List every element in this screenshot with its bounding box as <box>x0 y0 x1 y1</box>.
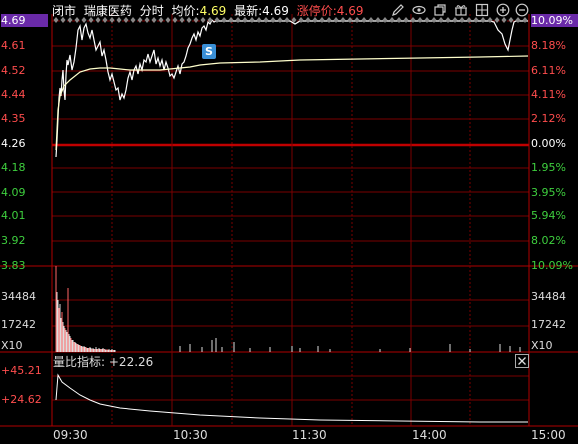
trade-marker[interactable]: S <box>202 44 216 59</box>
limit-marker <box>515 17 521 23</box>
volume-axis-label-mid: 17242 <box>1 318 36 331</box>
percent-axis-label: 3.95% <box>531 186 566 199</box>
price-axis-label: 4.35 <box>1 112 26 125</box>
zoom-in-icon[interactable] <box>496 3 510 17</box>
volume-axis-right-high: 34484 <box>531 290 566 303</box>
price-axis-label: 4.09 <box>1 186 26 199</box>
price-axis-label: 4.26 <box>1 137 26 150</box>
price-axis-label: 4.69 <box>1 14 48 27</box>
volume-axis-label-high: 34484 <box>1 290 36 303</box>
limit-marker <box>424 17 430 23</box>
limit-up-label: 涨停价: <box>296 4 337 18</box>
time-label-1130: 11:30 <box>292 428 327 442</box>
indicator-value: +22.26 <box>108 355 154 369</box>
limit-marker <box>389 17 395 23</box>
indicator-axis-mid: +24.62 <box>1 393 42 406</box>
volume-axis-right-mid: 17242 <box>531 318 566 331</box>
intraday-chart <box>0 14 578 427</box>
limit-marker <box>452 17 458 23</box>
pencil-icon[interactable] <box>391 3 405 17</box>
limit-marker <box>396 17 402 23</box>
limit-marker <box>445 17 451 23</box>
latest-price-value: 4.69 <box>262 4 289 18</box>
chart-header: 闭市 瑞康医药 分时 均价:4.69 最新:4.69 涨停价:4.69 <box>52 4 367 18</box>
grid-icon[interactable] <box>475 3 489 17</box>
limit-marker <box>522 17 528 23</box>
limit-marker <box>403 17 409 23</box>
price-axis-label: 4.44 <box>1 88 26 101</box>
eye-icon[interactable] <box>412 3 426 17</box>
price-axis-label: 4.18 <box>1 161 26 174</box>
limit-marker <box>494 17 500 23</box>
percent-axis-label: 1.95% <box>531 161 566 174</box>
limit-marker <box>417 17 423 23</box>
percent-axis-label: 8.18% <box>531 39 566 52</box>
limit-marker <box>473 17 479 23</box>
limit-marker <box>459 17 465 23</box>
limit-marker <box>438 17 444 23</box>
percent-axis-label: 8.02% <box>531 234 566 247</box>
avg-price-label: 均价: <box>171 4 200 18</box>
time-label-1400: 14:00 <box>412 428 447 442</box>
latest-price-label: 最新: <box>234 4 263 18</box>
close-icon[interactable] <box>515 354 529 368</box>
price-axis-label: 4.01 <box>1 209 26 222</box>
zoom-out-icon[interactable] <box>515 3 529 17</box>
market-status: 闭市 <box>52 4 77 18</box>
indicator-axis-high: +45.21 <box>1 364 42 377</box>
price-axis-label: 3.92 <box>1 234 26 247</box>
limit-marker <box>466 17 472 23</box>
stock-name[interactable]: 瑞康医药 <box>84 4 132 18</box>
limit-marker <box>382 17 388 23</box>
percent-axis-label: 0.00% <box>531 137 566 150</box>
price-axis-label: 4.52 <box>1 64 26 77</box>
percent-axis-label: 10.09% <box>531 259 573 272</box>
limit-marker <box>487 17 493 23</box>
volume-unit-label-right: X10 <box>531 339 553 352</box>
limit-marker <box>368 17 374 23</box>
indicator-title[interactable]: 量比指标: +22.26 <box>53 353 153 370</box>
percent-axis-label: 2.12% <box>531 112 566 125</box>
limit-marker <box>501 17 507 23</box>
limit-marker <box>480 17 486 23</box>
volume-unit-label: X10 <box>1 339 23 352</box>
limit-marker <box>431 17 437 23</box>
price-axis-label: 4.61 <box>1 39 26 52</box>
percent-axis-label: 5.94% <box>531 209 566 222</box>
limit-marker <box>508 17 514 23</box>
copy-icon[interactable] <box>433 3 447 17</box>
time-label-1030: 10:30 <box>173 428 208 442</box>
time-label-close: 15:00 <box>531 428 566 442</box>
limit-up-value: 4.69 <box>336 4 364 18</box>
chart-mode[interactable]: 分时 <box>140 4 164 18</box>
price-axis-label: 3.83 <box>1 259 26 272</box>
percent-axis-label: 6.11% <box>531 64 566 77</box>
gift-icon[interactable] <box>454 3 468 17</box>
time-label-open: 09:30 <box>53 428 88 442</box>
indicator-label: 量比指标: <box>53 355 106 369</box>
percent-axis-label: 10.09% <box>531 14 578 27</box>
percent-axis-label: 4.11% <box>531 88 566 101</box>
limit-marker <box>375 17 381 23</box>
avg-price-value: 4.69 <box>199 4 227 18</box>
